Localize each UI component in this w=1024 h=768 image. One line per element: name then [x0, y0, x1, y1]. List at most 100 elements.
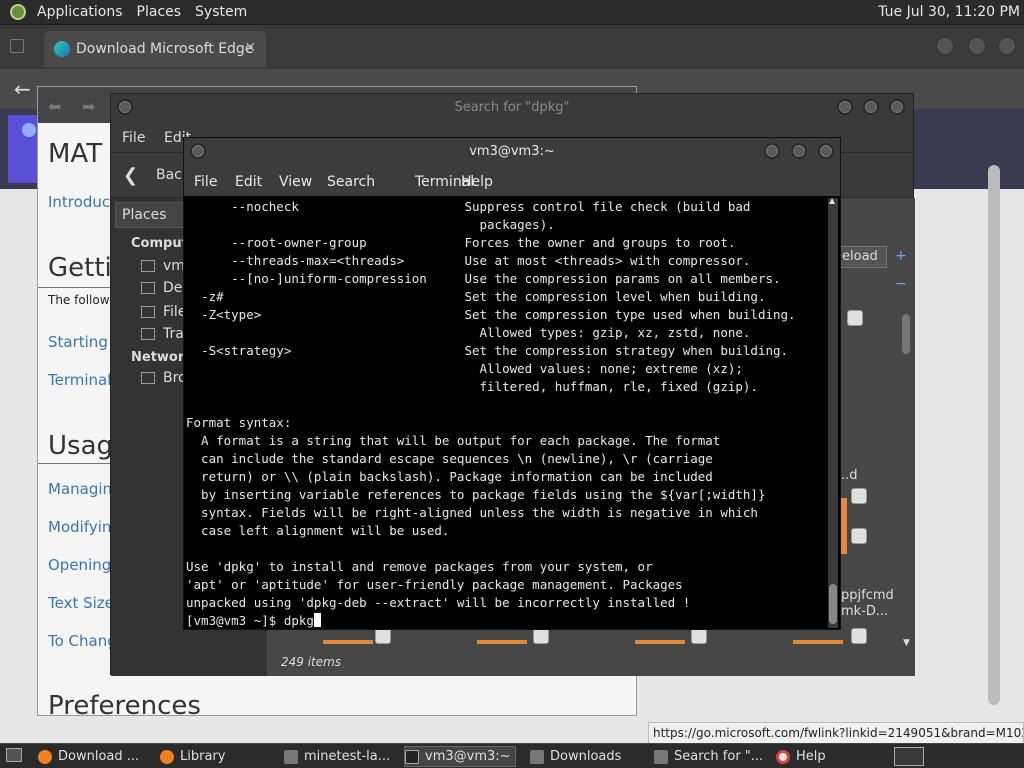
maximize-icon[interactable]: [863, 99, 879, 115]
terminal-line: syntax. Fields will be right-aligned unl…: [186, 505, 758, 520]
help-link-opening[interactable]: Opening: [48, 556, 111, 574]
minimize-icon[interactable]: [837, 99, 853, 115]
help-back-icon[interactable]: ⬅: [48, 97, 61, 116]
back-arrow-icon[interactable]: ←: [14, 77, 31, 101]
minimize-icon[interactable]: [936, 37, 954, 55]
taskbar-item-downloads[interactable]: Downloads: [530, 746, 621, 767]
terminal-scrollbar[interactable]: ▲: [828, 196, 838, 628]
network-icon: [141, 372, 155, 384]
help-link-to-change[interactable]: To Chang: [48, 632, 117, 650]
maximize-icon[interactable]: [791, 143, 807, 159]
scroll-down-icon[interactable]: ▼: [903, 638, 910, 648]
file-thumbnail[interactable]: [323, 640, 373, 644]
file-thumbnail[interactable]: [635, 640, 685, 644]
window-menu-icon[interactable]: [190, 143, 206, 159]
mate-logo-icon[interactable]: [10, 4, 26, 20]
terminal-prompt[interactable]: [vm3@vm3 ~]$ dpkg: [186, 612, 826, 630]
help-link-starting[interactable]: Starting: [48, 333, 108, 351]
file-label[interactable]: ..d: [841, 468, 858, 483]
status-item-count: 249 items: [281, 655, 342, 669]
scroll-up-icon[interactable]: ▲: [829, 196, 835, 205]
scrollbar-thumb[interactable]: [829, 584, 837, 624]
terminal-line: --threads-max=<threads> Use at most <thr…: [186, 253, 751, 268]
terminal-line: 'apt' or 'aptitude' for user-friendly pa…: [186, 577, 683, 592]
terminal-line: -S<strategy> Set the compression strateg…: [186, 343, 789, 358]
browser-scrollbar[interactable]: [988, 165, 1000, 705]
taskbar-item-label: vm3@vm3:~: [425, 749, 511, 764]
lock-icon: [691, 628, 707, 644]
taskbar-item-label: Help: [796, 749, 826, 764]
terminal-output[interactable]: --nocheck Suppress control file check (b…: [186, 198, 826, 630]
terminal-line: unpacked using 'dpkg-deb --extract' will…: [186, 595, 691, 610]
system-menu[interactable]: System: [188, 4, 254, 20]
taskbar: Download ... Library minetest-la... vm3@…: [0, 743, 1024, 768]
menu-view[interactable]: View: [279, 174, 312, 190]
file-grid-scrollbar[interactable]: [901, 308, 911, 638]
workspace-switcher[interactable]: [894, 747, 924, 766]
show-desktop-icon[interactable]: [6, 748, 22, 762]
terminal-line: Allowed types: gzip, xz, zstd, none.: [186, 325, 751, 340]
help-link-introduction[interactable]: Introduct: [48, 193, 116, 211]
maximize-icon[interactable]: [968, 37, 986, 55]
browser-tab[interactable]: Download Microsoft Edge ✕: [44, 31, 266, 67]
window-menu-icon[interactable]: [117, 99, 133, 115]
lock-icon: [851, 488, 867, 504]
taskbar-item-search[interactable]: Search for "...: [654, 746, 763, 767]
prompt-text: [vm3@vm3 ~]$ dpkg: [186, 613, 314, 628]
help-link-text-size[interactable]: Text Size: [48, 594, 114, 612]
zoom-out-icon[interactable]: −: [895, 276, 907, 292]
file-label[interactable]: mk-D...: [841, 604, 888, 619]
terminal-line: Allowed values: none; extreme (xz);: [186, 361, 743, 376]
taskbar-item-browser[interactable]: Download ...: [38, 746, 139, 767]
terminal-line: case left alignment will be used.: [186, 523, 450, 538]
lock-icon: [375, 628, 391, 644]
menu-search[interactable]: Search: [327, 174, 375, 190]
top-panel: Applications Places System Tue Jul 30, 1…: [0, 0, 1024, 25]
file-label[interactable]: ppjfcmd: [841, 588, 894, 603]
file-thumbnail[interactable]: [841, 498, 847, 554]
applications-menu[interactable]: Applications: [30, 4, 130, 20]
tab-actions-icon[interactable]: [10, 39, 24, 53]
terminal-line: -Z<type> Set the compression type used w…: [186, 307, 796, 322]
close-icon[interactable]: [998, 37, 1016, 55]
folder-icon: [530, 749, 544, 764]
minimize-icon[interactable]: [764, 143, 780, 159]
close-icon[interactable]: [818, 143, 834, 159]
back-arrow-icon[interactable]: ❮: [123, 165, 138, 186]
menu-edit[interactable]: Edit: [235, 174, 262, 190]
zoom-in-icon[interactable]: +: [895, 248, 907, 264]
lock-icon: [847, 310, 863, 326]
file-thumbnail[interactable]: [793, 640, 843, 644]
edge-logo-icon: [54, 41, 70, 57]
close-icon[interactable]: [889, 99, 905, 115]
help-icon: [776, 749, 790, 764]
firefox-icon: [38, 749, 52, 764]
taskbar-item-help[interactable]: Help: [776, 746, 826, 767]
trash-icon: [141, 328, 155, 340]
menu-file[interactable]: File: [194, 174, 217, 190]
help-link-terminal[interactable]: Terminal: [48, 371, 111, 389]
menu-file[interactable]: File: [122, 130, 145, 146]
terminal-line: A format is a string that will be output…: [186, 433, 721, 448]
terminal-line: filtered, huffman, rle, fixed (gzip).: [186, 379, 758, 394]
menu-help[interactable]: Help: [461, 174, 493, 190]
lock-icon: [851, 628, 867, 644]
close-tab-icon[interactable]: ✕: [244, 40, 256, 56]
text-cursor: [313, 613, 321, 627]
taskbar-item-minetest[interactable]: minetest-la...: [284, 746, 390, 767]
taskbar-item-terminal[interactable]: vm3@vm3:~: [404, 746, 516, 767]
reload-button[interactable]: eload: [837, 246, 887, 268]
terminal-line: --root-owner-group Forces the owner and …: [186, 235, 736, 250]
places-item-trash[interactable]: Tra: [163, 326, 184, 342]
clock[interactable]: Tue Jul 30, 11:20 PM: [878, 4, 1020, 20]
taskbar-item-library[interactable]: Library: [160, 746, 225, 767]
terminal-menubar: File Edit View Search Terminal Help: [184, 166, 840, 196]
places-menu[interactable]: Places: [130, 4, 189, 20]
lock-icon: [533, 628, 549, 644]
help-forward-icon[interactable]: ➡: [82, 97, 95, 116]
file-thumbnail[interactable]: [477, 640, 527, 644]
scrollbar-thumb[interactable]: [902, 314, 910, 354]
search-window-title: Search for "dpkg": [111, 94, 913, 122]
